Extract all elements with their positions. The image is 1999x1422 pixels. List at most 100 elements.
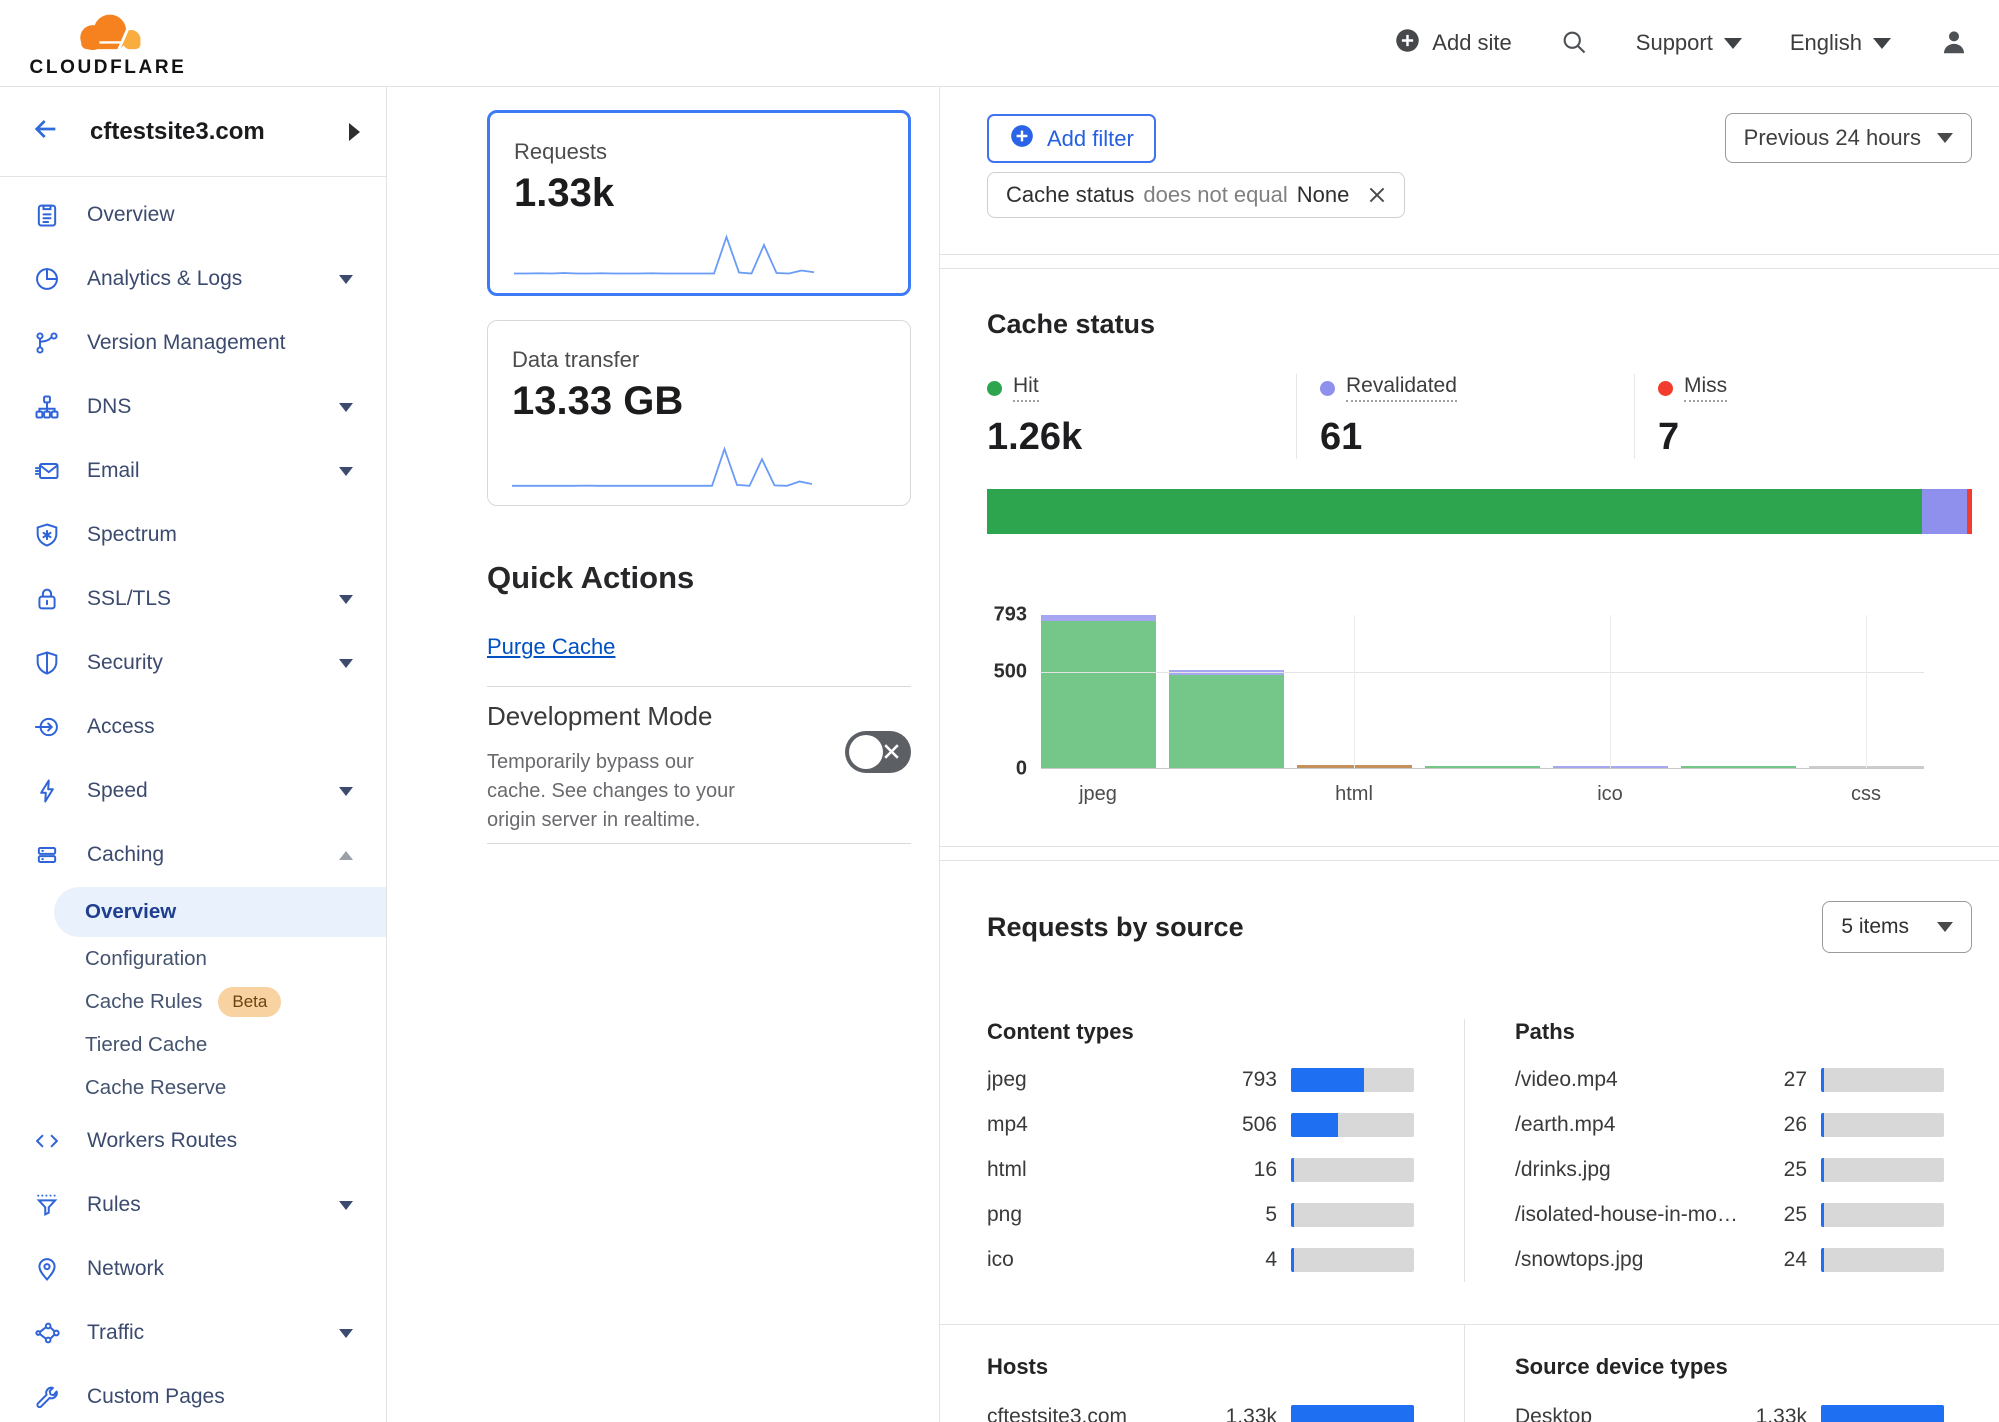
sidebar-item-label: Rules [87, 1193, 313, 1217]
sidebar-subitem-overview[interactable]: Overview [54, 887, 386, 937]
row-bar [1821, 1113, 1944, 1137]
row-bar [1291, 1248, 1414, 1272]
legend-label[interactable]: Miss [1684, 374, 1727, 402]
requests-by-source-card: Requests by source 5 items Content types… [940, 860, 1999, 1422]
requests-metric-card[interactable]: Requests 1.33k [487, 110, 911, 296]
metric-label: Data transfer [512, 347, 886, 373]
development-mode-toggle[interactable] [845, 731, 911, 773]
sidebar-item-label: Access [87, 715, 353, 739]
revalidated-segment [1922, 489, 1967, 534]
sidebar-item-custom-pages[interactable]: Custom Pages [0, 1365, 386, 1422]
y-tick-793: 793 [994, 604, 1027, 627]
sidebar-subitem-configuration[interactable]: Configuration [0, 937, 386, 980]
sidebar-subitem-cache-rules[interactable]: Cache Rules Beta [0, 980, 386, 1023]
filter-chip-cache-status[interactable]: Cache status does not equal None [987, 172, 1405, 218]
sidebar-item-dns[interactable]: DNS [0, 375, 386, 439]
table-row: /drinks.jpg 25 [1515, 1147, 1944, 1192]
cloudflare-logo[interactable]: CLOUDFLARE [25, 7, 191, 79]
chevron-down-icon [339, 787, 353, 796]
site-name: cftestsite3.com [90, 118, 265, 146]
chart-bar-unlabeled [1681, 615, 1796, 768]
add-site-button[interactable]: Add site [1394, 27, 1512, 60]
y-tick-0: 0 [1016, 758, 1027, 781]
metric-value: 1.33k [514, 171, 884, 216]
row-label: png [987, 1203, 1265, 1227]
sidebar-item-email[interactable]: Email [0, 439, 386, 503]
sidebar-item-access[interactable]: Access [0, 695, 386, 759]
chevron-down-icon [1873, 38, 1891, 49]
row-bar [1291, 1158, 1414, 1182]
items-count-label: 5 items [1841, 915, 1909, 939]
support-menu[interactable]: Support [1636, 30, 1742, 56]
sidebar-subitem-cache-reserve[interactable]: Cache Reserve [0, 1066, 386, 1109]
row-value: 1.33k [1756, 1405, 1807, 1422]
sidebar-subitem-tiered-cache[interactable]: Tiered Cache [0, 1023, 386, 1066]
requests-by-source-title: Requests by source [987, 912, 1244, 943]
chevron-down-icon [1937, 922, 1953, 932]
chevron-down-icon [339, 467, 353, 476]
gridline-vertical [1610, 615, 1611, 768]
legend-item-miss: Miss 7 [1634, 374, 1972, 459]
table-row: cftestsite3.com 1.33k [987, 1394, 1414, 1422]
sidebar-item-caching[interactable]: Caching [0, 823, 386, 887]
legend-label[interactable]: Hit [1013, 374, 1039, 402]
chart-bar-segment-hit [1169, 675, 1284, 768]
sidebar-item-network[interactable]: Network [0, 1237, 386, 1301]
source-tables: Content types jpeg 793 mp4 506 [940, 1019, 1999, 1282]
sidebar-item-spectrum[interactable]: Spectrum [0, 503, 386, 567]
sidebar-item-label: Workers Routes [87, 1129, 353, 1153]
sidebar-item-version-management[interactable]: Version Management [0, 311, 386, 375]
row-value: 24 [1784, 1248, 1807, 1272]
data-transfer-metric-card[interactable]: Data transfer 13.33 GB [487, 320, 911, 506]
sidebar-item-workers-routes[interactable]: Workers Routes [0, 1109, 386, 1173]
sidebar-item-analytics-logs[interactable]: Analytics & Logs [0, 247, 386, 311]
hit-segment [987, 489, 1922, 534]
sidebar-subitem-label: Cache Reserve [85, 1076, 226, 1100]
sidebar-item-traffic[interactable]: Traffic [0, 1301, 386, 1365]
account-menu[interactable] [1939, 27, 1969, 60]
row-value: 5 [1265, 1203, 1277, 1227]
legend-label[interactable]: Revalidated [1346, 374, 1457, 402]
filter-bar: Add filter Cache status does not equal N… [940, 87, 1999, 255]
row-value: 25 [1784, 1158, 1807, 1182]
sidebar-item-overview[interactable]: Overview [0, 183, 386, 247]
sidebar-item-rules[interactable]: Rules [0, 1173, 386, 1237]
back-arrow-icon[interactable] [30, 113, 62, 150]
items-count-dropdown[interactable]: 5 items [1822, 901, 1972, 953]
time-range-dropdown[interactable]: Previous 24 hours [1725, 113, 1972, 163]
chevron-right-icon[interactable] [349, 123, 360, 141]
purge-cache-link[interactable]: Purge Cache [487, 634, 615, 660]
sidebar-item-security[interactable]: Security [0, 631, 386, 695]
chevron-down-icon [339, 1329, 353, 1338]
row-value: 16 [1254, 1158, 1277, 1182]
shield-icon [33, 649, 61, 677]
row-label: mp4 [987, 1113, 1242, 1137]
search-button[interactable] [1560, 28, 1588, 59]
close-icon[interactable] [1366, 184, 1388, 206]
code-brackets-icon [33, 1127, 61, 1155]
sidebar-item-label: Custom Pages [87, 1385, 353, 1409]
metric-label: Requests [514, 139, 884, 165]
x-tick-css: css [1851, 783, 1881, 806]
row-bar [1821, 1068, 1944, 1092]
requests-sparkline-chart [514, 231, 814, 279]
language-label: English [1790, 30, 1862, 56]
add-filter-button[interactable]: Add filter [987, 114, 1156, 163]
sidebar-item-speed[interactable]: Speed [0, 759, 386, 823]
server-stack-icon [33, 841, 61, 869]
metric-value: 13.33 GB [512, 379, 886, 424]
sidebar-subitem-label: Cache Rules [85, 990, 202, 1014]
paths-table: Paths /video.mp4 27 /earth.mp4 26 [1464, 1019, 1999, 1282]
table-row: png 5 [987, 1192, 1414, 1237]
share-nodes-icon [33, 1319, 61, 1347]
sidebar-item-ssl-tls[interactable]: SSL/TLS [0, 567, 386, 631]
user-icon [1939, 27, 1969, 60]
sidebar-item-label: Traffic [87, 1321, 313, 1345]
plus-circle-icon [1009, 123, 1035, 155]
table-row: html 16 [987, 1147, 1414, 1192]
top-navbar: CLOUDFLARE Add site Support English [0, 0, 1999, 87]
hosts-section: Hosts cftestsite3.com 1.33k Source devic… [940, 1325, 1999, 1422]
chart-bar-segment-hit [1425, 766, 1540, 768]
language-menu[interactable]: English [1790, 30, 1891, 56]
cache-status-distribution-bar [987, 489, 1972, 534]
